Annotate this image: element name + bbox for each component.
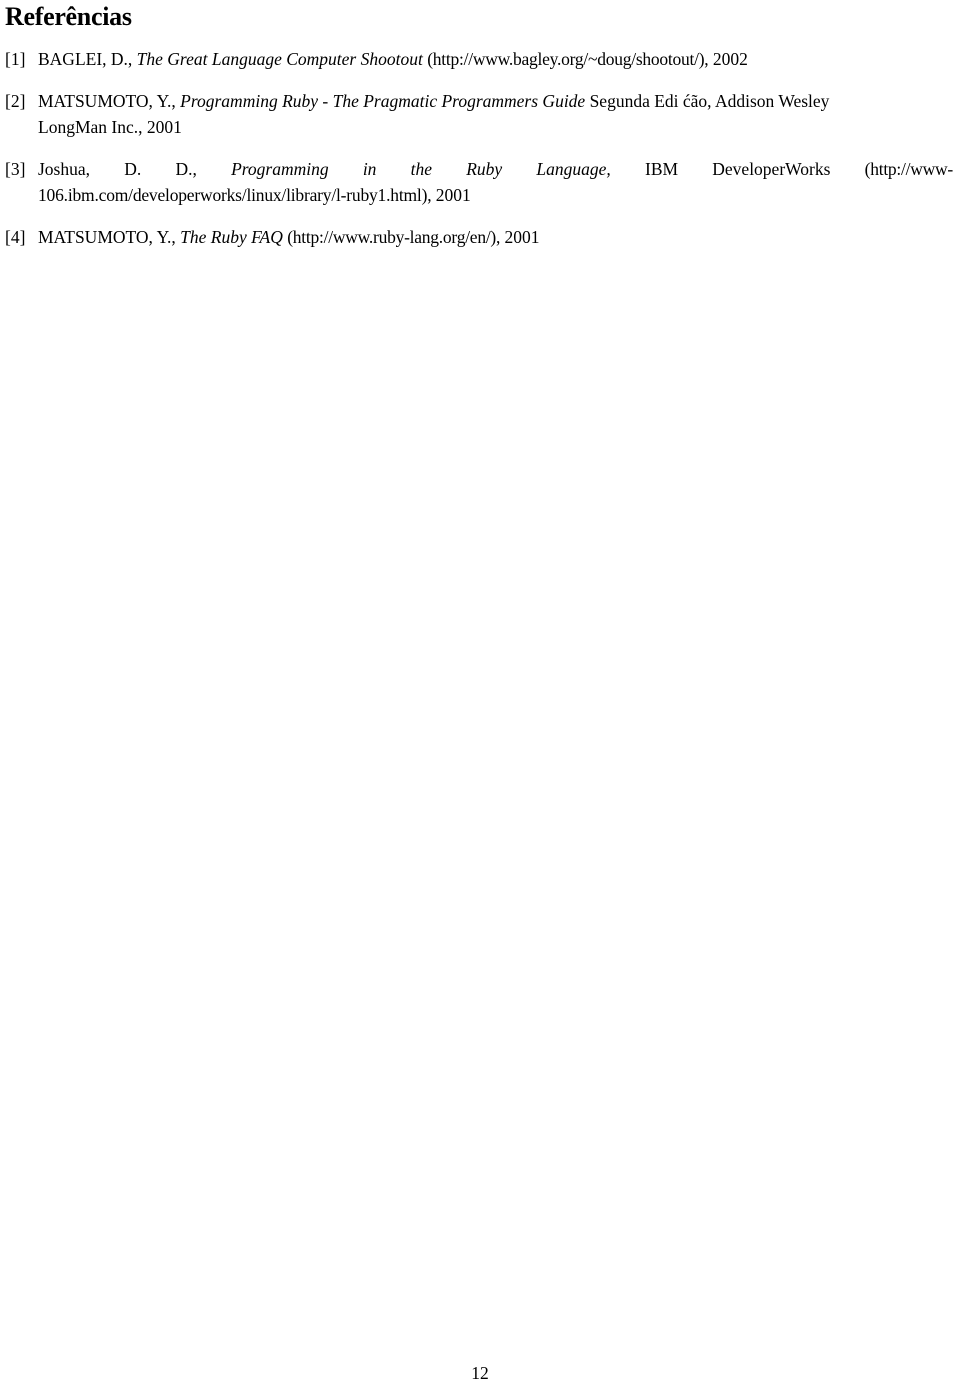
reference-marker: [1] xyxy=(5,49,26,69)
reference-entry-1: [1] BAGLEI, D., The Great Language Comput… xyxy=(5,46,953,72)
document-page: Referências [1] BAGLEI, D., The Great Lan… xyxy=(0,0,960,1393)
reference-url-part1[interactable]: (http://www- xyxy=(865,159,954,179)
reference-marker: [3] xyxy=(5,159,26,179)
reference-year: 2002 xyxy=(712,49,748,69)
reference-author: MATSUMOTO, Y., xyxy=(38,91,176,111)
reference-year: 2001 xyxy=(146,117,182,137)
reference-marker: [4] xyxy=(5,227,26,247)
references-section: Referências [1] BAGLEI, D., The Great Lan… xyxy=(5,0,953,250)
reference-url-part2[interactable]: 106.ibm.com/developerworks/linux/library… xyxy=(38,185,432,205)
page-number: 12 xyxy=(471,1363,489,1383)
reference-author: MATSUMOTO, Y., xyxy=(38,227,176,247)
reference-entry-3: [3] Joshua, D. D., Programming in the Rub… xyxy=(5,156,953,208)
reference-publisher: Segunda Edi ćão, Addison Wesley xyxy=(589,91,830,111)
reference-entry-4: [4] MATSUMOTO, Y., The Ruby FAQ (http://w… xyxy=(5,224,953,250)
reference-year: 2001 xyxy=(435,185,471,205)
reference-url[interactable]: (http://www.bagley.org/~doug/shootout/), xyxy=(427,49,708,69)
reference-url[interactable]: (http://www.ruby-lang.org/en/), xyxy=(287,227,500,247)
reference-author: BAGLEI, D., xyxy=(38,49,133,69)
reference-title: Programming in the Ruby Language, xyxy=(231,159,611,179)
reference-title: The Great Language Computer Shootout xyxy=(136,49,423,69)
reference-title: Programming Ruby - The Pragmatic Program… xyxy=(180,91,586,111)
reference-author: Joshua, D. D., xyxy=(38,159,197,179)
references-list: [1] BAGLEI, D., The Great Language Comput… xyxy=(5,46,953,250)
reference-title: The Ruby FAQ xyxy=(180,227,283,247)
reference-marker: [2] xyxy=(5,91,26,111)
page-title: Referências xyxy=(5,2,132,31)
reference-publisher-continued: LongMan Inc., xyxy=(38,117,143,137)
reference-year: 2001 xyxy=(504,227,540,247)
reference-publisher: IBM DeveloperWorks xyxy=(645,159,831,179)
reference-entry-2: [2] MATSUMOTO, Y., Programming Ruby - The… xyxy=(5,88,953,140)
